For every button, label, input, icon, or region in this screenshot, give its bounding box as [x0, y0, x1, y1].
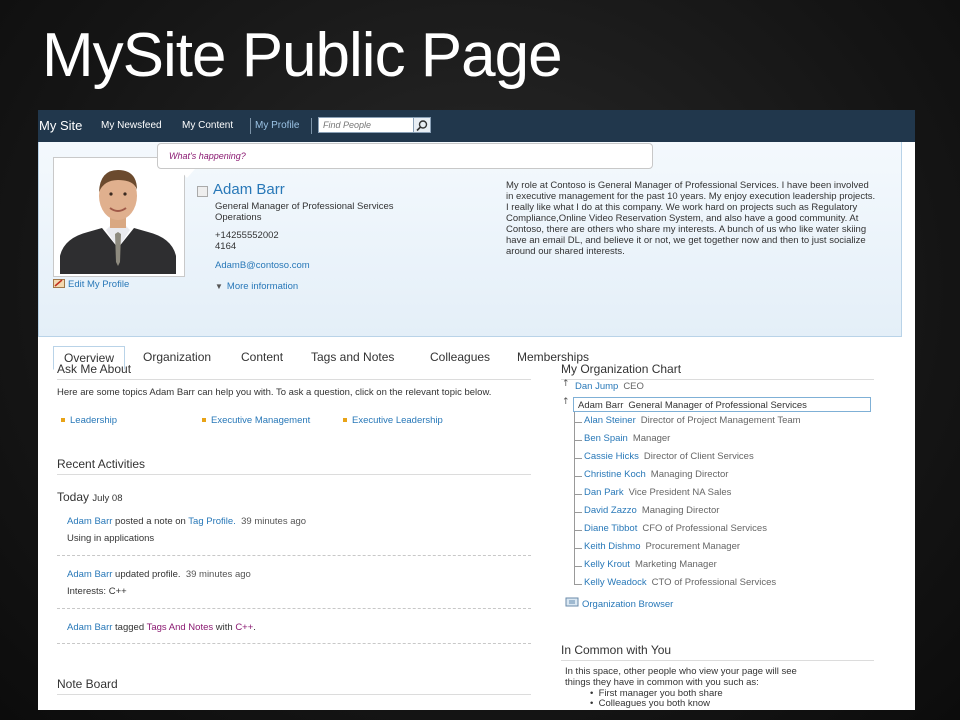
topic-executive-leadership[interactable]: Executive Leadership: [343, 415, 443, 427]
arrow-up-icon: ↑: [562, 397, 570, 407]
profile-header: Edit My Profile What's happening? Adam B…: [38, 142, 902, 370]
note-board-title: Note Board: [57, 677, 118, 691]
org-tree-branch: [574, 512, 582, 513]
arrow-up-icon: ↑: [562, 379, 570, 389]
search-icon: [416, 120, 428, 132]
status-bubble-tail: [179, 169, 195, 178]
ask-me-about-title: Ask Me About: [57, 362, 132, 376]
org-browser-icon: [565, 597, 579, 607]
activity-item: Adam Barr updated profile. 39 minutes ag…: [67, 569, 251, 580]
about-me-text: My role at Contoso is General Manager of…: [506, 180, 876, 257]
org-tree-branch: [574, 584, 582, 585]
activity-day-heading: Today July 08: [57, 490, 123, 504]
activity-item: Adam Barr tagged Tags And Notes with C++…: [67, 622, 256, 633]
divider: [561, 660, 874, 661]
tab-tags-and-notes[interactable]: Tags and Notes: [311, 346, 394, 370]
org-direct-report[interactable]: David Zazzo Managing Director: [584, 505, 719, 516]
edit-my-profile-link[interactable]: Edit My Profile: [53, 278, 129, 290]
in-common-title: In Common with You: [561, 643, 672, 657]
divider: [57, 379, 531, 380]
org-tree-line: [574, 412, 575, 584]
activity-detail: Interests: C++: [67, 586, 127, 597]
nav-my-newsfeed[interactable]: My Newsfeed: [101, 120, 162, 131]
activity-actor-link[interactable]: Adam Barr: [67, 516, 112, 527]
activity-actor-link[interactable]: Adam Barr: [67, 569, 112, 580]
profile-photo: [53, 157, 185, 277]
org-direct-report[interactable]: Diane Tibbot CFO of Professional Services: [584, 523, 767, 534]
divider: [561, 379, 874, 380]
org-direct-report[interactable]: Dan Park Vice President NA Sales: [584, 487, 731, 498]
in-common-bullet: • Colleagues you both know: [590, 698, 711, 709]
chevron-down-icon: ▼: [215, 282, 223, 291]
org-manager[interactable]: Dan Jump CEO: [575, 381, 644, 392]
tab-colleagues[interactable]: Colleagues: [430, 346, 490, 370]
org-tree-branch: [574, 566, 582, 567]
bullet-icon: [202, 418, 206, 423]
tab-organization[interactable]: Organization: [143, 346, 211, 370]
nav-separator: [311, 118, 312, 134]
activity-separator: [57, 555, 531, 556]
top-nav-bar: My Site My Newsfeed My Content My Profil…: [38, 110, 915, 142]
topic-leadership[interactable]: Leadership: [61, 415, 117, 427]
person-photo-icon: [54, 158, 182, 274]
slide-title: MySite Public Page: [42, 21, 563, 90]
org-self[interactable]: Adam Barr General Manager of Professional…: [573, 397, 871, 412]
email-link[interactable]: AdamB@contoso.com: [215, 260, 310, 271]
activity-object-link[interactable]: Tags And Notes: [147, 622, 214, 633]
bullet-icon: [61, 418, 65, 423]
org-tree-branch: [574, 458, 582, 459]
org-chart-title: My Organization Chart: [561, 362, 682, 376]
bullet-icon: [343, 418, 347, 423]
edit-profile-icon: [53, 279, 65, 288]
org-tree-branch: [574, 530, 582, 531]
activity-detail: Using in applications: [67, 533, 155, 544]
org-direct-report[interactable]: Cassie Hicks Director of Client Services: [584, 451, 754, 462]
org-tree-branch: [574, 494, 582, 495]
divider: [57, 474, 531, 475]
ask-me-about-description: Here are some topics Adam Barr can help …: [57, 387, 492, 398]
tab-content[interactable]: Content: [241, 346, 283, 370]
job-title: General Manager of Professional Services…: [215, 201, 394, 223]
org-tree-branch: [574, 440, 582, 441]
nav-separator: [250, 118, 251, 134]
my-site-link[interactable]: My Site: [39, 118, 82, 133]
activity-separator: [57, 643, 531, 644]
status-input[interactable]: What's happening?: [157, 143, 653, 169]
activity-object-link[interactable]: Tag Profile.: [188, 516, 236, 527]
org-tree-branch: [574, 422, 582, 423]
activity-tag-link[interactable]: C++: [235, 622, 253, 633]
org-tree-branch: [574, 476, 582, 477]
org-direct-report[interactable]: Christine Koch Managing Director: [584, 469, 728, 480]
divider: [57, 694, 531, 695]
organization-browser-link[interactable]: Organization Browser: [565, 597, 673, 610]
recent-activities-title: Recent Activities: [57, 457, 146, 471]
nav-my-profile[interactable]: My Profile: [255, 120, 299, 131]
more-information-toggle[interactable]: ▼ More information: [215, 281, 298, 292]
org-direct-report[interactable]: Ben Spain Manager: [584, 433, 670, 444]
presence-icon: [197, 186, 208, 197]
activity-separator: [57, 608, 531, 609]
profile-name: Adam Barr: [213, 181, 285, 198]
browser-frame: My Site My Newsfeed My Content My Profil…: [38, 110, 915, 710]
phone-number: +14255552002 4164: [215, 230, 279, 252]
search-button[interactable]: [413, 117, 431, 133]
nav-my-content[interactable]: My Content: [182, 120, 233, 131]
activity-actor-link[interactable]: Adam Barr: [67, 622, 112, 633]
org-direct-report[interactable]: Kelly Krout Marketing Manager: [584, 559, 717, 570]
org-direct-report[interactable]: Kelly Weadock CTO of Professional Service…: [584, 577, 776, 588]
topic-executive-management[interactable]: Executive Management: [202, 415, 310, 427]
activity-item: Adam Barr posted a note on Tag Profile. …: [67, 516, 307, 527]
org-tree-branch: [574, 548, 582, 549]
org-direct-report[interactable]: Alan Steiner Director of Project Manageme…: [584, 415, 801, 426]
org-direct-report[interactable]: Keith Dishmo Procurement Manager: [584, 541, 740, 552]
